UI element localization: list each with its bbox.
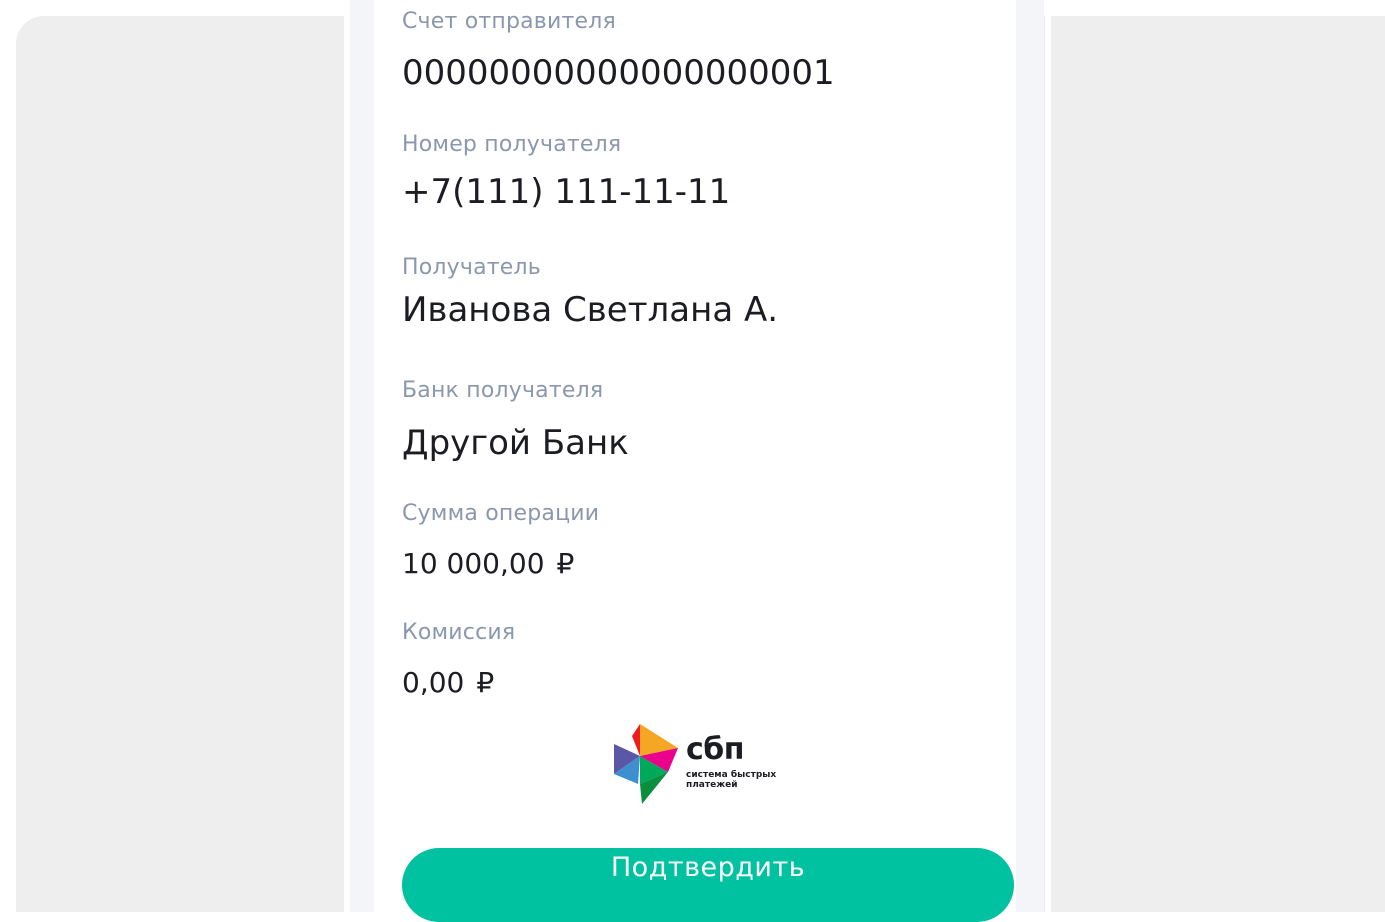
sbp-logo: сбп система быстрых платежей (610, 722, 780, 806)
commission-label: Комиссия (402, 620, 516, 645)
ruble-sign: ₽ (556, 547, 575, 580)
recipient-number-value: +7(111) 111-11-11 (402, 172, 731, 212)
confirm-button[interactable]: Подтвердить (402, 848, 1014, 922)
recipient-bank-label: Банк получателя (402, 378, 604, 403)
recipient-label: Получатель (402, 255, 541, 280)
amount-value: 10 000,00 ₽ (402, 547, 574, 580)
sbp-logo-tagline: система быстрых платежей (686, 770, 777, 790)
ruble-sign: ₽ (476, 666, 495, 699)
amount-number: 10 000,00 (402, 547, 545, 580)
commission-value: 0,00 ₽ (402, 666, 494, 699)
sender-account-label: Счет отправителя (402, 9, 616, 34)
panel-divider (1045, 16, 1051, 912)
recipient-bank-value: Другой Банк (402, 423, 629, 463)
sbp-logo-icon (614, 724, 678, 804)
sbp-logo-name: сбп (686, 732, 744, 767)
recipient-name-value: Иванова Светлана А. (402, 290, 779, 330)
sender-account-value: 00000000000000000001 (402, 53, 835, 93)
amount-label: Сумма операции (402, 501, 600, 526)
recipient-number-label: Номер получателя (402, 132, 622, 157)
commission-number: 0,00 (402, 666, 465, 699)
